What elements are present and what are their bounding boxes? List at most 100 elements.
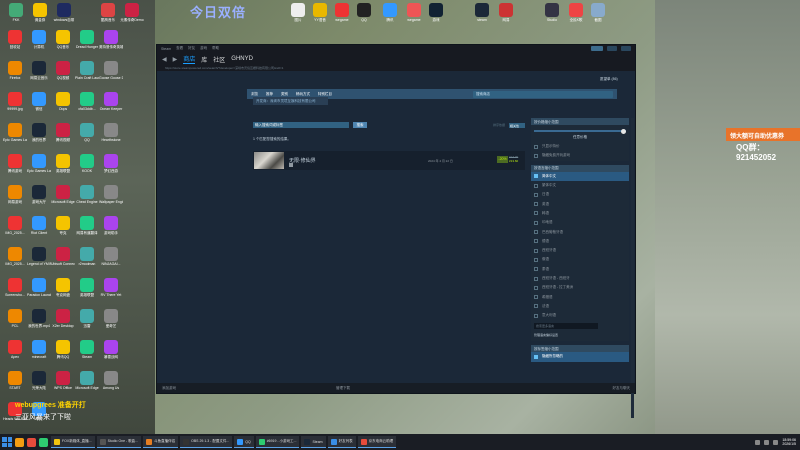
language-option[interactable]: 韩语 — [531, 209, 629, 218]
store-nav-categories[interactable]: 类别 — [281, 92, 288, 97]
desktop-icon[interactable]: 网易 — [494, 3, 518, 31]
desktop-icon[interactable]: START — [3, 371, 27, 399]
taskbar-app[interactable]: #6919 - 小游戏工... — [255, 436, 300, 448]
desktop-icon[interactable]: 游戏大厅 — [27, 185, 51, 213]
tab-profile[interactable]: GHNYD — [231, 56, 253, 62]
desktop-icon[interactable]: NINJAGAI... — [99, 247, 123, 275]
tag-filter-header[interactable]: 按标签缩小范围 — [531, 345, 629, 353]
desktop-icon[interactable]: 游戏 — [424, 3, 448, 31]
desktop-icon[interactable]: 迅雷 — [75, 309, 99, 337]
start-icon[interactable] — [2, 437, 12, 447]
language-option[interactable]: 西班牙语 - 西班牙 — [531, 274, 629, 283]
desktop-icon[interactable]: IMG_2025... — [3, 216, 27, 244]
taskbar-app[interactable]: 京东电商云助理 — [357, 436, 397, 448]
language-option[interactable]: 印地语 — [531, 218, 629, 227]
desktop-icon[interactable]: Goose Goose Duck — [99, 61, 123, 89]
tray-icon[interactable] — [764, 439, 770, 445]
desktop-icon[interactable]: Studio — [540, 3, 564, 31]
notification-button[interactable] — [591, 46, 603, 51]
language-option[interactable]: 日语 — [531, 190, 629, 199]
forward-arrow-icon[interactable]: ▶ — [173, 56, 178, 63]
taskbar-app[interactable]: Studio One - 歌曲... — [96, 436, 142, 448]
desktop-icon[interactable]: cfa03ddb... — [75, 92, 99, 120]
desktop-icon[interactable]: 网易云音乐 — [27, 61, 51, 89]
price-slider[interactable] — [534, 128, 626, 134]
menu-games[interactable]: 游戏 — [200, 46, 207, 51]
language-option[interactable]: 俄语 — [531, 255, 629, 264]
desktop-icon[interactable]: 英雄联盟 — [51, 154, 75, 182]
desktop-icon[interactable]: 回收站 — [3, 30, 27, 58]
scrollbar[interactable] — [631, 118, 634, 418]
back-arrow-icon[interactable]: ◀ — [162, 56, 167, 63]
volume-icon[interactable] — [773, 439, 779, 445]
desktop-icon[interactable]: wegame — [402, 3, 426, 31]
promo-banner[interactable]: 领大额可自助优惠券 — [726, 128, 800, 141]
store-nav-special[interactable]: 特别栏目 — [318, 92, 332, 97]
language-option[interactable]: 巴西葡萄牙语 — [531, 227, 629, 236]
language-option[interactable]: 法语 — [531, 302, 629, 311]
price-filter-header[interactable]: 按价格缩小范围 — [531, 118, 629, 125]
desktop-icon[interactable]: 截图 — [586, 3, 610, 31]
desktop-icon[interactable]: Ubisoft Connect — [51, 247, 75, 275]
desktop-icon[interactable]: 计算机 — [27, 30, 51, 58]
desktop-icon[interactable]: IMG_2025... — [3, 247, 27, 275]
desktop-icon[interactable]: Oops — [51, 92, 75, 120]
desktop-icon[interactable]: r2modman — [75, 247, 99, 275]
store-nav-browse[interactable]: 浏览 — [251, 92, 258, 97]
desktop-icon[interactable]: Steam — [75, 340, 99, 368]
desktop-icon[interactable]: Wallpaper Engine — [99, 185, 123, 213]
desktop-icon[interactable]: 腾讯 — [378, 3, 402, 31]
desktop-icon[interactable]: KOOK — [75, 154, 99, 182]
desktop-icon[interactable]: 微信 — [27, 92, 51, 120]
desktop-icon[interactable]: QQ — [75, 123, 99, 151]
store-nav-recommend[interactable]: 推荐 — [266, 92, 273, 97]
tray-icon[interactable] — [755, 439, 761, 445]
only-specials-checkbox[interactable]: 只显示特价 — [531, 142, 629, 151]
desktop-icon[interactable]: steam — [470, 3, 494, 31]
desktop-icon[interactable]: 暴雪战网 — [99, 340, 123, 368]
app-icon[interactable] — [27, 437, 36, 447]
desktop-icon[interactable]: 奥特曼传奇英雄 — [99, 30, 123, 58]
language-option[interactable]: 西班牙语 - 拉丁美洲 — [531, 283, 629, 292]
desktop-icon[interactable]: Epic Games Launcher — [27, 154, 51, 182]
add-game-button[interactable]: 添加游戏 — [162, 386, 176, 391]
tab-store[interactable]: 商店 — [183, 54, 196, 64]
developer-tag[interactable]: 开发商：深圳市灵境互娱科技有限公司 — [253, 97, 328, 105]
manage-language-link[interactable]: 管理语言偏好设置 — [531, 332, 629, 341]
desktop-icon[interactable]: Microsoft Edge — [75, 371, 99, 399]
tab-library[interactable]: 库 — [201, 55, 207, 64]
desktop-icon[interactable]: 梦幻西游 — [99, 154, 123, 182]
desktop-icon[interactable]: Among Us — [99, 371, 123, 399]
language-search-input[interactable]: 搜索更多语言 — [534, 323, 598, 330]
desktop-icon[interactable]: Firefox — [3, 61, 27, 89]
desktop-icon[interactable]: 图片 — [286, 3, 310, 31]
desktop-icon[interactable]: 网易有道翻译 — [75, 216, 99, 244]
desktop-icon[interactable]: QQ音乐 — [51, 30, 75, 58]
store-search-input[interactable]: 搜索商店 — [473, 90, 613, 98]
store-nav-ways-to-play[interactable]: 畅玩方式 — [296, 92, 310, 97]
desktop-icon[interactable]: Paradox Launcher v2 — [27, 278, 51, 306]
taskbar-app[interactable]: QQ — [234, 436, 254, 448]
desktop-icon[interactable]: Apex — [3, 340, 27, 368]
search-result-row[interactable]: 无限·修仙界 2024 年 4 月 22 日 -20% ¥17.00 ¥13.6… — [253, 151, 525, 170]
desktop-icon[interactable]: Plain Craft Launcher — [75, 61, 99, 89]
language-option[interactable]: 繁体中文 — [531, 181, 629, 190]
desktop-icon[interactable]: PCL — [3, 309, 27, 337]
desktop-icon[interactable]: Ocean Keeper — [99, 92, 123, 120]
desktop-icon[interactable]: 腾讯视频 — [51, 123, 75, 151]
desktop-icon[interactable]: X2er Desktop — [51, 309, 75, 337]
desktop-icon[interactable]: 腾讯游戏 — [3, 154, 27, 182]
clock[interactable]: 18:59:06 2026/1/5 — [782, 438, 796, 446]
desktop-icon[interactable]: Screensho... — [3, 278, 27, 306]
language-option[interactable]: 西班牙语 — [531, 246, 629, 255]
hide-free-checkbox[interactable]: 隐藏免费开玩游戏 — [531, 151, 629, 160]
search-term-input[interactable]: 输入搜索词或标签 — [253, 122, 349, 128]
desktop-icon[interactable]: 夸克网盘 — [51, 278, 75, 306]
tag-filter-item[interactable]: 隐藏所忽略的 — [531, 352, 629, 362]
taskbar-app[interactable]: Steam — [301, 436, 326, 448]
desktop-icon[interactable]: Epic Games Launcher — [3, 123, 27, 151]
desktop-icon[interactable]: 网易游戏 — [3, 185, 27, 213]
desktop-icon[interactable]: YY语音 — [308, 3, 332, 31]
taskbar-app[interactable]: OBS 29.1.3 - 配置文件... — [180, 436, 233, 448]
friends-chat-button[interactable]: 好友与聊天 — [613, 386, 631, 391]
